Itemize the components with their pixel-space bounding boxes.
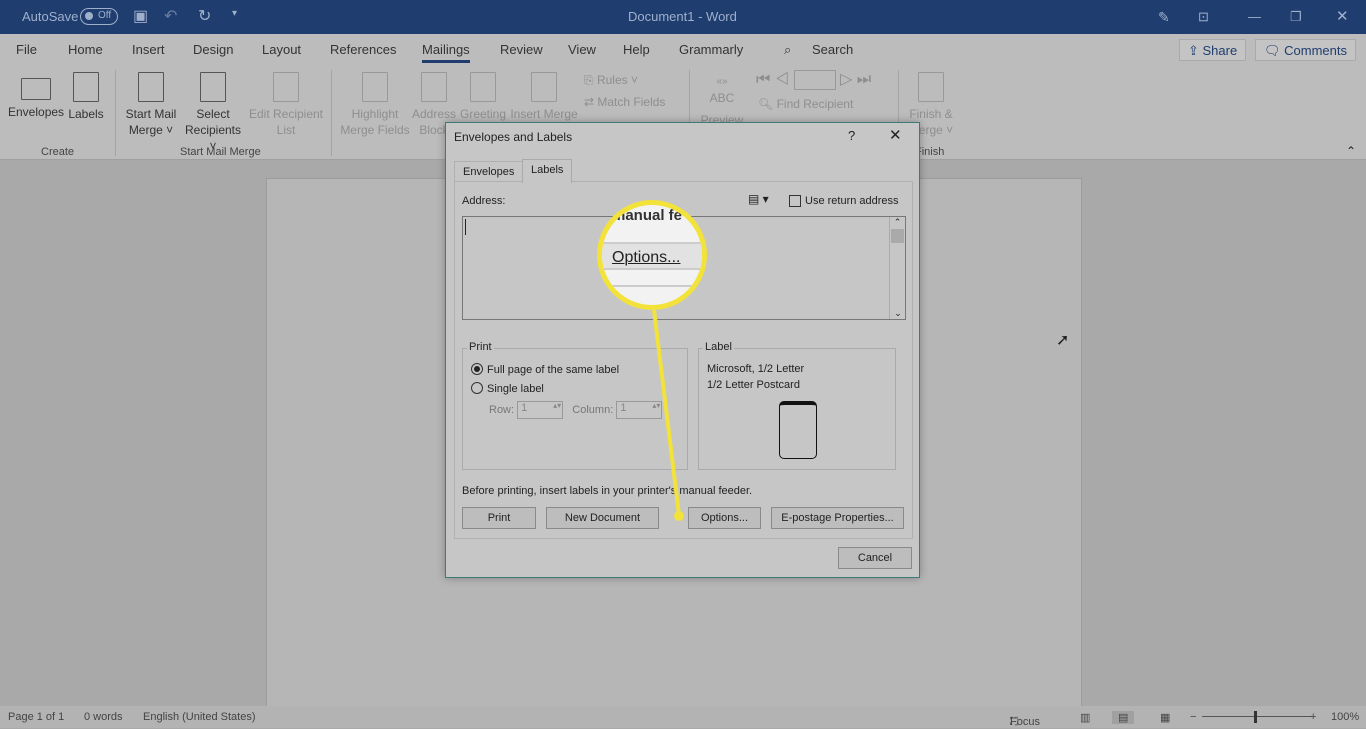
- read-mode-icon[interactable]: ▥: [1080, 711, 1090, 724]
- zoom-slider-thumb[interactable]: [1254, 711, 1257, 723]
- language[interactable]: English (United States): [143, 711, 256, 723]
- callout-options-text: Options...: [602, 242, 702, 270]
- magnifier-callout: manual fe Options...: [597, 200, 707, 310]
- callout-line: [652, 309, 681, 516]
- zoom-slider[interactable]: [1202, 716, 1312, 717]
- web-layout-icon[interactable]: ▦: [1160, 711, 1170, 724]
- zoom-in-icon[interactable]: +: [1310, 711, 1316, 723]
- page-count[interactable]: Page 1 of 1: [8, 711, 64, 723]
- print-layout-icon[interactable]: ▤: [1112, 711, 1135, 724]
- callout-dot: [674, 511, 684, 521]
- word-count[interactable]: 0 words: [84, 711, 123, 723]
- status-bar: Page 1 of 1 0 words English (United Stat…: [0, 706, 1366, 728]
- tab-labels[interactable]: Labels: [522, 159, 573, 183]
- divider: [602, 285, 702, 287]
- zoom-level[interactable]: 100%: [1331, 711, 1359, 723]
- focus-label: Focus: [1010, 716, 1040, 728]
- callout-top-text: manual fe: [612, 207, 683, 224]
- callout-pointer: [652, 309, 684, 521]
- zoom-out-icon[interactable]: −: [1190, 711, 1196, 723]
